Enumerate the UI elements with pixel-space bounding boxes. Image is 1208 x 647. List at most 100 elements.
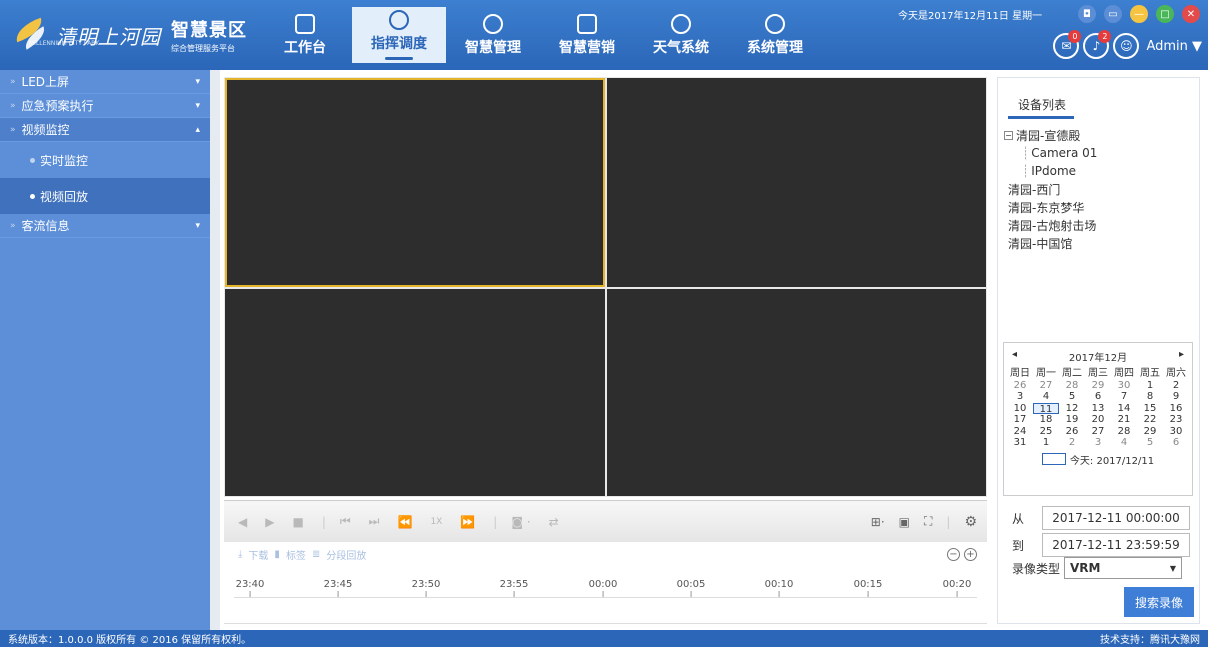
calendar-day[interactable]: 7 [1111, 391, 1137, 403]
close-button[interactable]: ✕ [1182, 5, 1200, 23]
zoom-out-icon[interactable]: − [947, 547, 960, 561]
video-cell-4[interactable] [607, 289, 986, 496]
nav-command-dispatch[interactable]: 指挥调度 [352, 7, 446, 63]
calendar-day[interactable]: 23 [1163, 414, 1189, 426]
calendar-day[interactable]: 12 [1059, 403, 1085, 415]
sidebar-item-video[interactable]: » 视频监控 ▴ [0, 118, 210, 142]
alert-button[interactable]: ♪ 2 [1083, 30, 1112, 59]
nav-weather-system[interactable]: 天气系统 [634, 7, 728, 63]
calendar-day[interactable]: 10 [1007, 403, 1033, 415]
calendar-day[interactable]: 29 [1085, 380, 1111, 392]
calendar-day[interactable]: 3 [1085, 437, 1111, 449]
record-type-select[interactable]: VRM ▼ [1064, 557, 1183, 579]
timeline[interactable]: 23:40 23:45 23:50 23:55 00:00 00:05 00:1… [224, 566, 987, 624]
sidebar-sub-live[interactable]: 实时监控 [0, 142, 210, 178]
username-menu[interactable]: Admin ▼ [1146, 39, 1202, 54]
calendar-day[interactable]: 31 [1007, 437, 1033, 449]
tree-node-west-gate[interactable]: 清园-西门 [1004, 180, 1097, 198]
tree-node-ipdome[interactable]: ┊ IPdome [1004, 162, 1097, 180]
calendar-day[interactable]: 18 [1033, 414, 1059, 426]
calendar-day[interactable]: 26 [1059, 426, 1085, 438]
calendar-day[interactable]: 21 [1111, 414, 1137, 426]
bookmark-button[interactable]: 标签 [286, 547, 306, 562]
maximize-button[interactable]: □ [1156, 5, 1174, 23]
calendar-day[interactable]: 20 [1085, 414, 1111, 426]
calendar-day[interactable]: 27 [1033, 380, 1059, 392]
video-cell-2[interactable] [607, 78, 986, 287]
calendar-day[interactable]: 2 [1059, 437, 1085, 449]
calendar-day[interactable]: 5 [1059, 391, 1085, 403]
next-frame-icon[interactable]: ⏭ [369, 514, 380, 529]
fullscreen-icon[interactable]: ⛶ [924, 514, 932, 529]
video-cell-1[interactable] [225, 78, 605, 287]
to-datetime-input[interactable]: 2017-12-11 23:59:59 [1042, 533, 1190, 557]
tab-device-list[interactable]: 设备列表 [1018, 96, 1066, 113]
calendar-day[interactable]: 15 [1137, 403, 1163, 415]
user-avatar-icon[interactable]: ☺ [1113, 33, 1140, 59]
calendar-day[interactable]: 8 [1137, 391, 1163, 403]
sidebar-sub-playback[interactable]: 视频回放 [0, 178, 210, 214]
snapshot-icon[interactable]: ◙ · [511, 515, 530, 529]
segment-playback-button[interactable]: 分段回放 [326, 547, 366, 562]
nav-smart-management[interactable]: 智慧管理 [446, 7, 540, 63]
calendar-day[interactable]: 26 [1007, 380, 1033, 392]
calendar-day[interactable]: 17 [1007, 414, 1033, 426]
prev-icon[interactable]: ◀ [238, 515, 247, 529]
nav-system-management[interactable]: 系统管理 [728, 7, 822, 63]
calendar-day[interactable]: 29 [1137, 426, 1163, 438]
prev-month-icon[interactable]: ◂ [1012, 349, 1017, 364]
today-link[interactable]: 今天: 2017/12/11 [1070, 452, 1154, 467]
minimize-button[interactable]: — [1130, 5, 1148, 23]
calendar-day[interactable]: 9 [1163, 391, 1189, 403]
zoom-in-icon[interactable]: + [964, 547, 977, 561]
settings-gear-icon[interactable]: ⚙ [964, 514, 977, 530]
calendar-day[interactable]: 13 [1085, 403, 1111, 415]
calendar-day[interactable]: 6 [1163, 437, 1189, 449]
tree-node-camera[interactable]: ┊ Camera 01 [1004, 144, 1097, 162]
calendar-day[interactable]: 2 [1163, 380, 1189, 392]
fit-screen-icon[interactable]: ▣ [899, 515, 910, 529]
nav-smart-marketing[interactable]: 智慧营销 [540, 7, 634, 63]
fast-icon[interactable]: ⏩ [460, 515, 475, 529]
calendar-day[interactable]: 19 [1059, 414, 1085, 426]
slow-icon[interactable]: ⏪ [397, 515, 412, 529]
screen-icon[interactable]: ▭ [1104, 5, 1122, 23]
sidebar-item-led[interactable]: » LED上屏 ▾ [0, 70, 210, 94]
play-icon[interactable]: ▶ [265, 515, 274, 529]
from-datetime-input[interactable]: 2017-12-11 00:00:00 [1042, 506, 1190, 530]
nav-workbench[interactable]: 工作台 [258, 7, 352, 63]
calendar-day[interactable]: 1 [1033, 437, 1059, 449]
message-button[interactable]: ✉ 0 [1053, 30, 1082, 59]
tree-node-root[interactable]: − 清园-宣德殿 [1004, 126, 1097, 144]
calendar-day[interactable]: 24 [1007, 426, 1033, 438]
stop-icon[interactable]: ■ [292, 515, 303, 529]
layout-grid-icon[interactable]: ⊞· [871, 515, 885, 529]
collapse-icon[interactable]: − [1004, 130, 1013, 140]
sidebar-item-visitors[interactable]: » 客流信息 ▾ [0, 214, 210, 238]
calendar-day[interactable]: 4 [1111, 437, 1137, 449]
calendar-day[interactable]: 28 [1111, 426, 1137, 438]
calendar-day[interactable]: 30 [1111, 380, 1137, 392]
calendar-day[interactable]: 30 [1163, 426, 1189, 438]
split-icon[interactable]: ⇄ [549, 515, 559, 529]
calendar-day[interactable]: 3 [1007, 391, 1033, 403]
calendar-day[interactable]: 5 [1137, 437, 1163, 449]
calendar-day[interactable]: 11 [1033, 402, 1059, 415]
calendar-day[interactable]: 25 [1033, 426, 1059, 438]
calendar-day[interactable]: 27 [1085, 426, 1111, 438]
calendar-day[interactable]: 22 [1137, 414, 1163, 426]
sidebar-item-emergency[interactable]: » 应急预案执行 ▾ [0, 94, 210, 118]
calendar-day[interactable]: 1 [1137, 380, 1163, 392]
next-month-icon[interactable]: ▸ [1179, 349, 1184, 364]
calendar-day[interactable]: 4 [1033, 391, 1059, 403]
skin-icon[interactable]: ◘ [1078, 5, 1096, 23]
tree-node-dongjing[interactable]: 清园-东京梦华 [1004, 198, 1097, 216]
calendar-day[interactable]: 28 [1059, 380, 1085, 392]
search-recording-button[interactable]: 搜索录像 [1124, 587, 1194, 617]
video-cell-3[interactable] [225, 289, 605, 496]
calendar-day[interactable]: 16 [1163, 403, 1189, 415]
calendar-day[interactable]: 6 [1085, 391, 1111, 403]
tree-node-cannon-range[interactable]: 清园-古炮射击场 [1004, 216, 1097, 234]
calendar-day[interactable]: 14 [1111, 403, 1137, 415]
tree-node-china-pavilion[interactable]: 清园-中国馆 [1004, 234, 1097, 252]
